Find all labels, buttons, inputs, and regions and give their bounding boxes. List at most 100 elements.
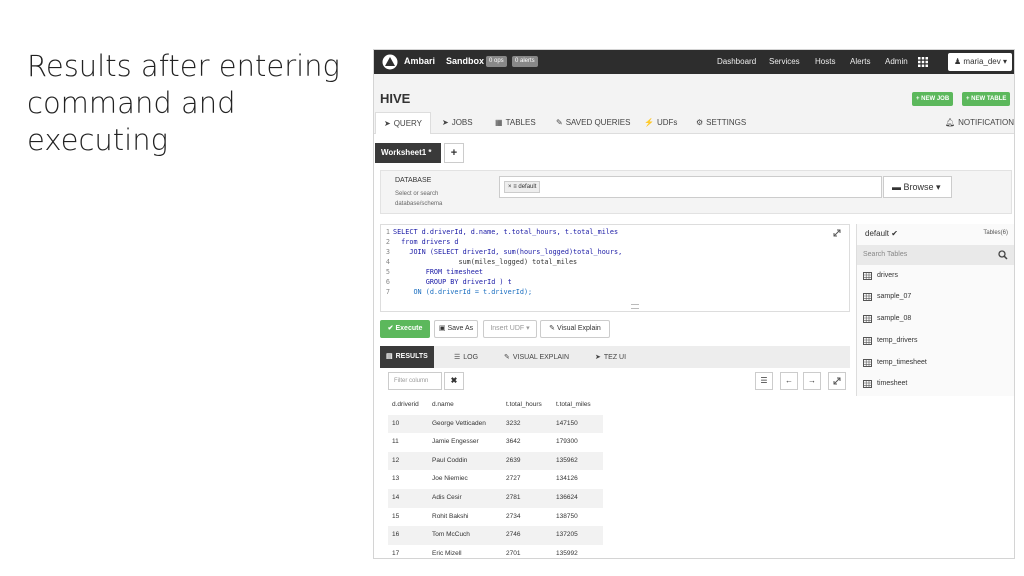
nav-alerts[interactable]: Alerts (850, 57, 870, 66)
cell-driverid: 14 (392, 493, 400, 501)
browse-label: Browse (903, 182, 934, 192)
line-number: 2 (385, 238, 390, 246)
expand-icon (833, 377, 841, 385)
database-input[interactable]: × ≡ default (499, 176, 882, 198)
code-line: 2 from drivers d (381, 237, 459, 247)
column-header[interactable]: t.total_miles (556, 396, 591, 415)
cell-total-hours: 2746 (506, 531, 521, 539)
code-line: 1 SELECT d.driverId, d.name, t.total_hour… (381, 227, 618, 237)
brand-name[interactable]: Ambari (404, 56, 435, 66)
browse-button[interactable]: ▬ Browse ▾ (883, 176, 952, 198)
tab-jobs[interactable]: ➤ JOBS (442, 118, 473, 127)
results-table: d.driverid d.name t.total_hours t.total_… (388, 396, 603, 558)
code-text: ON (d.driverId = t.driverId); (393, 288, 533, 296)
view-title: HIVE (380, 91, 411, 106)
filter-column-input[interactable]: Filter column (388, 372, 442, 390)
table-list-item[interactable]: temp_timesheet (863, 356, 927, 370)
expand-icon[interactable] (833, 229, 841, 237)
execute-button[interactable]: ✔ Execute (380, 320, 430, 338)
visual-explain-button[interactable]: ✎ Visual Explain (540, 320, 610, 338)
table-list-item[interactable]: sample_07 (863, 290, 911, 304)
cell-total-hours: 2734 (506, 512, 521, 520)
line-number: 6 (385, 278, 390, 286)
tab-log[interactable]: ☰ LOG (454, 353, 478, 362)
table-name: temp_timesheet (877, 359, 927, 366)
resize-grip-icon[interactable] (631, 304, 639, 309)
gear-icon: ⚙ (696, 118, 704, 127)
worksheet-tab[interactable]: Worksheet1 * (375, 143, 441, 163)
line-number: 7 (385, 288, 390, 296)
table-list-item[interactable]: temp_drivers (863, 334, 917, 348)
code-line: 7 ON (d.driverId = t.driverId); (381, 287, 532, 297)
alerts-badge[interactable]: 0 alerts (512, 56, 538, 67)
cell-total-miles: 138750 (556, 512, 578, 520)
notifications-button[interactable]: 🔔︎ NOTIFICATIONS (945, 118, 1015, 127)
tab-tables[interactable]: ▦ TABLES (495, 118, 536, 127)
table-list-item[interactable]: sample_08 (863, 312, 911, 326)
folder-icon: ▬ (892, 182, 901, 192)
code-text: sum(miles_logged) total_miles (393, 258, 578, 266)
cell-name: George Vetticaden (432, 419, 486, 427)
column-header[interactable]: t.total_hours (506, 396, 542, 415)
cell-driverid: 13 (392, 475, 400, 483)
ambari-logo-icon[interactable] (382, 54, 398, 70)
user-menu[interactable]: ♟ maria_dev ▾ (948, 53, 1012, 71)
results-tabs-bar: ▤ RESULTS ☰ LOG ✎ VISUAL EXPLAIN ➤ TEZ U… (380, 346, 850, 368)
tab-saved-queries-label: SAVED QUERIES (565, 118, 631, 127)
tab-tez-ui-label: TEZ UI (603, 353, 627, 361)
tab-results[interactable]: ▤ RESULTS (380, 346, 434, 368)
table-list-item[interactable]: drivers (863, 269, 898, 283)
table-list-item[interactable]: timesheet (863, 377, 907, 391)
slide-title-line: command and (27, 86, 236, 120)
columns-menu-button[interactable]: ☰ (755, 372, 773, 390)
next-page-button[interactable]: → (803, 372, 821, 390)
cluster-name[interactable]: Sandbox (446, 56, 484, 66)
code-text: JOIN (SELECT driverId, sum(hours_logged)… (393, 248, 623, 256)
cell-name: Paul Coddin (432, 456, 468, 464)
previous-page-button[interactable]: ← (780, 372, 798, 390)
nav-services[interactable]: Services (769, 57, 800, 66)
clear-filter-button[interactable]: ✖ (444, 372, 464, 390)
line-number: 3 (385, 248, 390, 256)
new-table-button[interactable]: + NEW TABLE (962, 92, 1011, 106)
cell-total-hours: 2639 (506, 456, 521, 464)
user-name: maria_dev (963, 57, 1001, 66)
tables-db-label[interactable]: default ✔ (865, 229, 898, 238)
new-job-button[interactable]: + NEW JOB (912, 92, 954, 106)
save-as-button[interactable]: ▣ Save As (434, 320, 478, 338)
nav-hosts[interactable]: Hosts (815, 57, 835, 66)
tables-panel: default ✔ Tables(6) Search Tables driver… (856, 224, 1014, 396)
caret-down-icon: ▾ (526, 325, 530, 332)
expand-results-button[interactable] (828, 372, 846, 390)
nav-admin[interactable]: Admin (885, 57, 908, 66)
notifications-label: NOTIFICATIONS (958, 118, 1015, 127)
code-line: 6 GROUP BY driverId ) t (381, 277, 512, 287)
nav-dashboard[interactable]: Dashboard (717, 57, 756, 66)
column-header[interactable]: d.driverid (392, 396, 419, 415)
column-header[interactable]: d.name (432, 396, 454, 415)
table-name: sample_08 (877, 315, 912, 322)
sql-editor[interactable]: 1 SELECT d.driverId, d.name, t.total_hour… (380, 224, 850, 312)
add-worksheet-button[interactable]: + (444, 143, 464, 163)
visual-explain-label: Visual Explain (556, 325, 601, 332)
views-grid-icon[interactable] (917, 56, 929, 68)
tab-settings[interactable]: ⚙ SETTINGS (696, 118, 746, 127)
search-icon[interactable] (998, 250, 1008, 260)
cell-total-miles: 147150 (556, 419, 578, 427)
ops-badge[interactable]: 0 ops (486, 56, 507, 67)
tab-query[interactable]: ➤ QUERY (375, 112, 432, 134)
search-tables-input[interactable]: Search Tables (857, 245, 1014, 265)
table-row: 13 Joe Niemiec 2727 134126 (388, 470, 603, 489)
bell-icon: 🔔︎ (945, 118, 956, 127)
code-text: SELECT d.driverId, d.name, t.total_hours… (393, 228, 619, 236)
remove-chip-icon[interactable]: × (508, 184, 512, 190)
tab-visual-explain[interactable]: ✎ VISUAL EXPLAIN (504, 353, 569, 362)
table-row: 17 Eric Mizell 2701 135992 (388, 545, 603, 558)
tab-tez-ui[interactable]: ➤ TEZ UI (595, 353, 627, 362)
insert-udf-dropdown[interactable]: Insert UDF ▾ (483, 320, 537, 338)
cell-total-miles: 134126 (556, 475, 578, 483)
tab-udfs[interactable]: ⚡ UDFs (644, 118, 677, 127)
table-row: 11 Jamie Engesser 3642 179300 (388, 433, 603, 452)
tab-saved-queries[interactable]: ✎ SAVED QUERIES (556, 118, 630, 127)
database-chip[interactable]: × ≡ default (504, 181, 541, 193)
